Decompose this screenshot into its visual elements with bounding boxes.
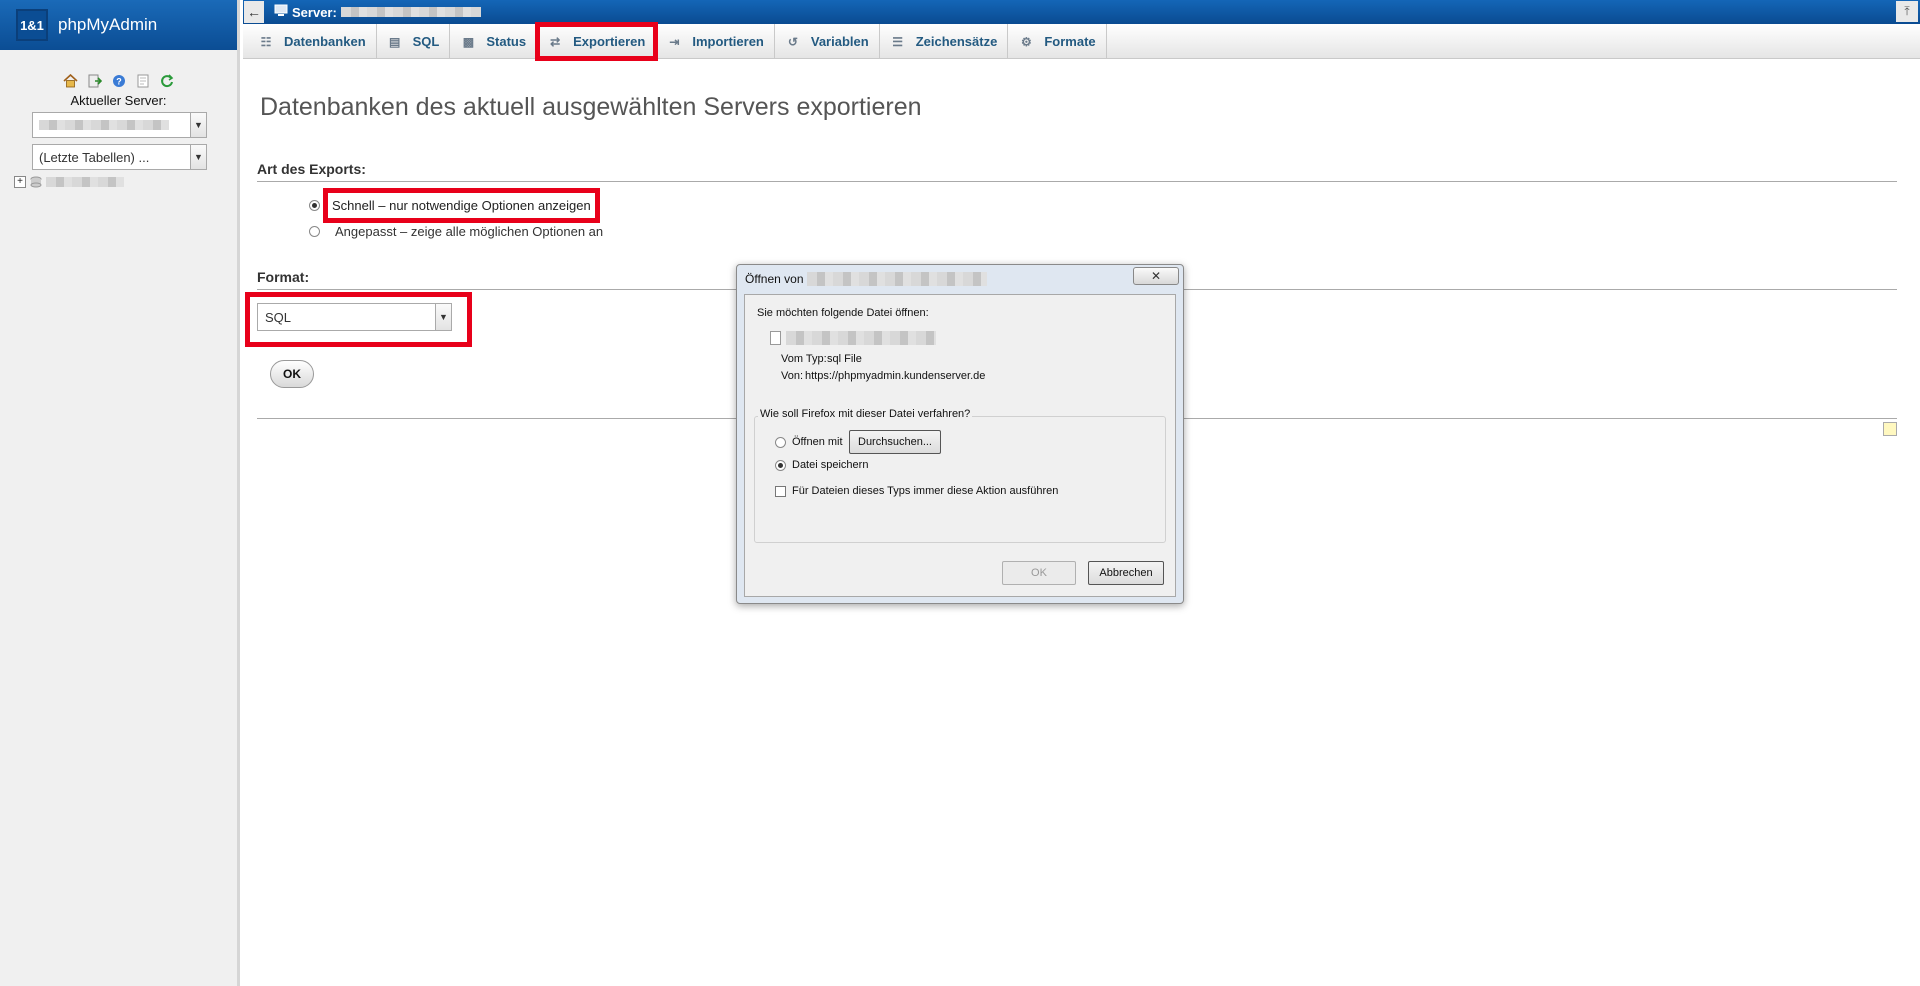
from-value: https://phpmyadmin.kundenserver.de [805,370,986,382]
radio-custom[interactable]: Angepasst – zeige alle möglichen Optione… [309,224,603,239]
reload-icon[interactable] [158,72,175,89]
dialog-cancel-button[interactable]: Abbrechen [1088,561,1164,585]
radio-open-with-button[interactable] [775,436,786,448]
always-action-checkbox-box[interactable] [775,485,786,497]
open-with-label[interactable]: Öffnen mit [792,436,843,448]
file-name-redacted [786,331,936,345]
type-value: sql File [827,353,862,365]
status-icon: ▩ [462,34,475,49]
collapse-nav-button[interactable]: ← [244,1,264,23]
nav-header: 1&1 phpMyAdmin [0,0,237,50]
file-row [770,331,936,345]
recent-tables-value: (Letzte Tabellen) ... [39,150,150,165]
logout-icon[interactable] [86,72,103,89]
tab-databases[interactable]: ☷ Datenbanken [248,24,377,59]
format-select[interactable]: SQL ▼ [257,303,452,331]
export-ok-button[interactable]: OK [270,360,314,388]
database-icon: ☷ [260,34,272,49]
action-question: Wie soll Firefox mit dieser Datei verfah… [758,408,973,420]
console-icon[interactable] [1883,422,1897,436]
tab-engines[interactable]: ⚙ Formate [1008,24,1107,59]
server-host-redacted [340,7,481,17]
engines-icon: ⚙ [1020,34,1032,49]
dialog-title-prefix: Öffnen von [745,272,804,286]
radio-custom-button[interactable] [309,226,320,237]
page-title: Datenbanken des aktuell ausgewählten Ser… [260,93,922,121]
dialog-body: Sie möchten folgende Datei öffnen: Vom T… [744,294,1176,597]
server-prefix: Server: [292,4,337,20]
browse-button[interactable]: Durchsuchen... [849,430,941,454]
chevron-down-icon: ▼ [190,145,206,169]
brand-name[interactable]: phpMyAdmin [58,15,157,35]
server-tabs: ☷ Datenbanken ▤ SQL ▩ Status ⇄ Exportieren ⇥… [243,22,1920,61]
always-action-label[interactable]: Für Dateien dieses Typs immer diese Akti… [792,485,1058,497]
dialog-ok-button[interactable]: OK [1002,561,1076,585]
navigation-panel: 1&1 phpMyAdmin ? Aktueller Server: ▼ (Le… [0,0,240,986]
type-label: Vom Typ: [781,353,827,365]
chevron-down-icon: ▼ [435,304,451,330]
custom-option-label[interactable]: Angepasst – zeige alle möglichen Optione… [335,224,603,239]
top-breadcrumb-bar: ← Server: ⤒ [243,0,1920,24]
variables-icon: ↺ [787,34,798,49]
dialog-filename-redacted [806,272,987,286]
docs-icon[interactable] [134,72,151,89]
svg-text:?: ? [116,76,122,86]
help-icon[interactable]: ? [110,72,127,89]
dialog-title: Öffnen von [745,272,987,286]
recent-tables-select[interactable]: (Letzte Tabellen) ... ▼ [32,144,207,170]
brand-logo-text: 1&1 [18,11,46,39]
radio-open-with[interactable]: Öffnen mit [775,436,843,448]
collapse-top-button[interactable]: ⤒ [1896,1,1918,22]
chevron-down-icon: ▼ [190,113,206,137]
radio-save-file[interactable]: Datei speichern [775,459,868,471]
download-dialog: Öffnen von ✕ Sie möchten folgende Datei … [736,264,1184,604]
nav-icon-bar: ? [0,72,237,89]
always-action-checkbox[interactable]: Für Dateien dieses Typs immer diese Akti… [775,485,1058,497]
sql-icon: ▤ [388,34,401,49]
dialog-close-button[interactable]: ✕ [1133,267,1179,285]
server-name-redacted [39,120,169,130]
radio-quick-button[interactable] [309,200,320,211]
from-label: Von: [781,370,804,382]
current-server-label: Aktueller Server: [70,93,167,108]
tab-status[interactable]: ▩ Status [450,24,538,59]
format-value: SQL [265,310,292,325]
tab-export[interactable]: ⇄ Exportieren [535,22,659,61]
quick-option-highlight: Schnell – nur notwendige Optionen anzeig… [323,188,600,223]
save-file-label[interactable]: Datei speichern [792,459,868,471]
breadcrumb-server[interactable]: Server: [274,4,481,20]
tab-charsets[interactable]: ☰ Zeichensätze [880,24,1009,59]
import-icon: ⇥ [669,34,680,49]
server-select[interactable]: ▼ [32,112,207,138]
tab-variables[interactable]: ↺ Variablen [775,24,880,59]
database-icon [30,176,42,188]
radio-save-file-button[interactable] [775,459,786,471]
quick-option-label[interactable]: Schnell – nur notwendige Optionen anzeig… [332,198,591,213]
brand-logo[interactable]: 1&1 [16,9,48,41]
expand-icon[interactable]: + [14,176,26,188]
dialog-intro: Sie möchten folgende Datei öffnen: [757,307,929,319]
database-tree-item[interactable]: + [14,176,237,188]
radio-quick[interactable] [309,200,328,211]
home-icon[interactable] [62,72,79,89]
export-type-heading: Art des Exports: [257,161,1897,182]
tab-import[interactable]: ⇥ Importieren [656,24,775,59]
database-name-redacted [46,177,124,187]
charset-icon: ☰ [892,34,904,49]
file-icon [770,331,781,345]
server-icon [274,4,288,20]
tab-sql[interactable]: ▤ SQL [377,24,451,59]
export-icon: ⇄ [550,34,561,49]
